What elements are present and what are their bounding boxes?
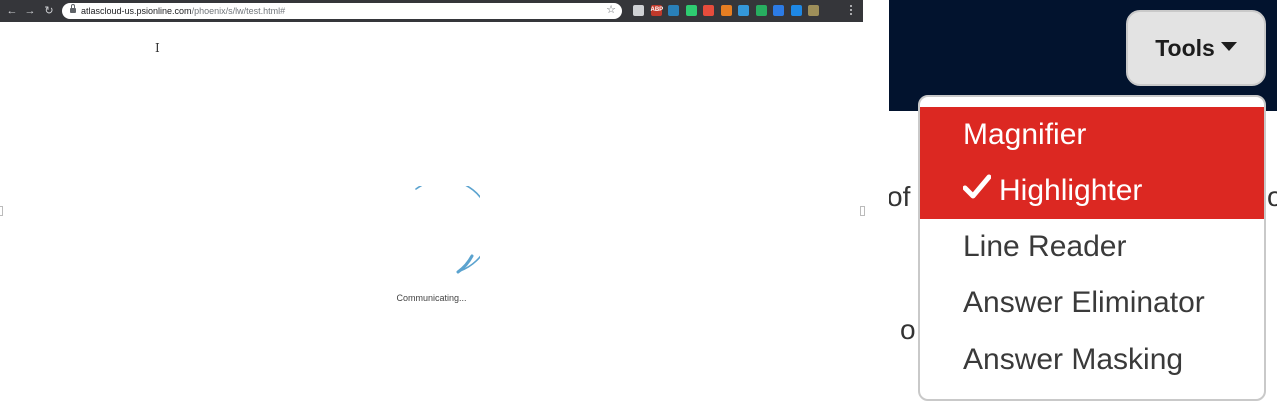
text-cursor-icon: I — [155, 41, 160, 55]
extension-blue-icon[interactable] — [773, 5, 784, 16]
reload-icon[interactable]: ↻ — [42, 4, 56, 18]
back-arrow-icon[interactable]: ← — [5, 4, 19, 18]
extension-red-icon[interactable] — [703, 5, 714, 16]
loading-spinner-icon — [415, 186, 480, 274]
status-text: Communicating... — [396, 293, 467, 303]
url-host: atlascloud-us.psionline.com — [81, 6, 192, 16]
menu-item-answer-eliminator[interactable]: Answer Eliminator — [920, 275, 1264, 331]
extension-evernote-icon[interactable] — [685, 5, 697, 16]
bookmark-star-icon[interactable]: ☆ — [606, 4, 616, 17]
menu-item-magnifier[interactable]: Magnifier — [920, 107, 1264, 163]
caret-down-icon — [1220, 41, 1237, 51]
address-bar[interactable]: atlascloud-us.psionline.com/phoenix/s/lw… — [62, 3, 622, 19]
background-text-fragment: o — [1267, 181, 1277, 212]
browser-toolbar: ← → ↻ atlascloud-us.psionline.com/phoeni… — [0, 0, 863, 22]
cast-icon[interactable] — [633, 5, 644, 16]
menu-item-highlighter[interactable]: Highlighter — [920, 163, 1264, 219]
adblock-icon[interactable]: ABP — [650, 5, 663, 16]
menu-item-line-reader[interactable]: Line Reader — [920, 219, 1264, 275]
zoomed-tools-panel: Tools of o o Magnifier Highlighter Line … — [889, 0, 1277, 409]
url-text[interactable]: atlascloud-us.psionline.com/phoenix/s/lw… — [81, 5, 285, 17]
extension-fire-icon[interactable] — [720, 5, 732, 16]
extension-globe-icon[interactable] — [668, 5, 679, 16]
tools-dropdown-button[interactable]: Tools — [1126, 10, 1266, 86]
menu-kebab-icon[interactable] — [849, 5, 853, 17]
menu-item-label: Line Reader — [963, 230, 1127, 263]
right-edge-handle — [860, 206, 865, 216]
tools-dropdown-menu: Magnifier Highlighter Line Reader Answer… — [918, 95, 1266, 401]
lock-icon — [70, 4, 76, 13]
extension-download-icon[interactable] — [755, 5, 767, 16]
menu-item-label: Highlighter — [999, 174, 1143, 207]
background-text-fragment: o — [900, 314, 916, 345]
extension-cloud-icon[interactable] — [790, 5, 802, 16]
url-path: /phoenix/s/lw/test.html# — [191, 6, 286, 16]
forward-arrow-icon[interactable]: → — [23, 4, 37, 18]
extension-save-icon[interactable] — [738, 5, 749, 16]
left-edge-handle — [0, 206, 3, 216]
tools-button-label: Tools — [1155, 34, 1215, 61]
background-text-fragment: of — [889, 181, 911, 212]
menu-item-answer-masking[interactable]: Answer Masking — [920, 332, 1264, 388]
menu-item-label: Answer Eliminator — [963, 286, 1205, 319]
menu-item-label: Answer Masking — [963, 343, 1184, 376]
checkmark-icon — [962, 163, 992, 219]
menu-item-label: Magnifier — [963, 118, 1087, 151]
extension-pause-icon[interactable] — [808, 5, 819, 16]
browser-window: ← → ↻ atlascloud-us.psionline.com/phoeni… — [0, 0, 865, 409]
